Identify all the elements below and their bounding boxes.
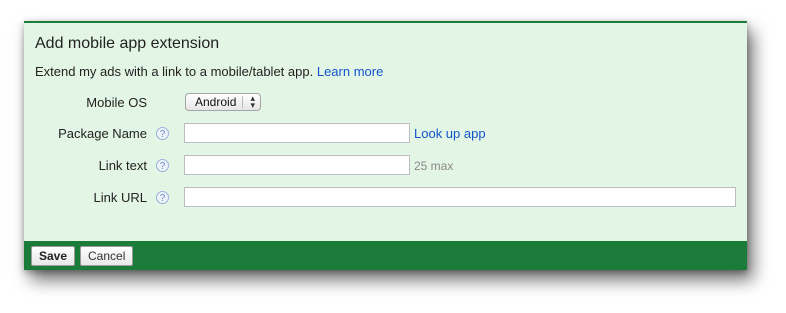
mobile-os-select[interactable]: Android ▴ ▾ [185, 93, 261, 111]
link-url-input[interactable] [184, 187, 736, 207]
help-icon[interactable]: ? [156, 127, 169, 140]
panel-description: Extend my ads with a link to a mobile/ta… [35, 64, 383, 79]
link-text-max-hint: 25 max [414, 159, 454, 173]
mobile-os-row: Mobile OS Android ▴ ▾ [24, 92, 747, 116]
panel-title: Add mobile app extension [35, 35, 220, 52]
link-text-label: Link text [98, 158, 147, 173]
mobile-app-extension-panel: Add mobile app extension Extend my ads w… [24, 21, 747, 270]
link-url-label: Link URL [93, 190, 147, 205]
learn-more-link[interactable]: Learn more [317, 64, 383, 79]
link-text-row: Link text ? 25 max [24, 155, 747, 179]
look-up-app-link[interactable]: Look up app [414, 126, 486, 141]
mobile-os-selected-value: Android [195, 95, 237, 109]
panel-footer: Save Cancel [24, 241, 747, 270]
help-icon[interactable]: ? [156, 191, 169, 204]
save-button[interactable]: Save [31, 246, 76, 266]
package-name-row: Package Name ? Look up app [24, 123, 747, 147]
select-divider [242, 96, 243, 108]
link-url-row: Link URL ? [24, 187, 747, 211]
help-icon[interactable]: ? [156, 159, 169, 172]
package-name-label: Package Name [58, 126, 147, 141]
package-name-input[interactable] [184, 123, 410, 143]
cancel-button[interactable]: Cancel [80, 246, 134, 266]
select-arrows-icon: ▴ ▾ [250, 93, 255, 110]
mobile-os-label: Mobile OS [86, 95, 147, 110]
link-text-input[interactable] [184, 155, 410, 175]
description-text: Extend my ads with a link to a mobile/ta… [35, 64, 314, 79]
